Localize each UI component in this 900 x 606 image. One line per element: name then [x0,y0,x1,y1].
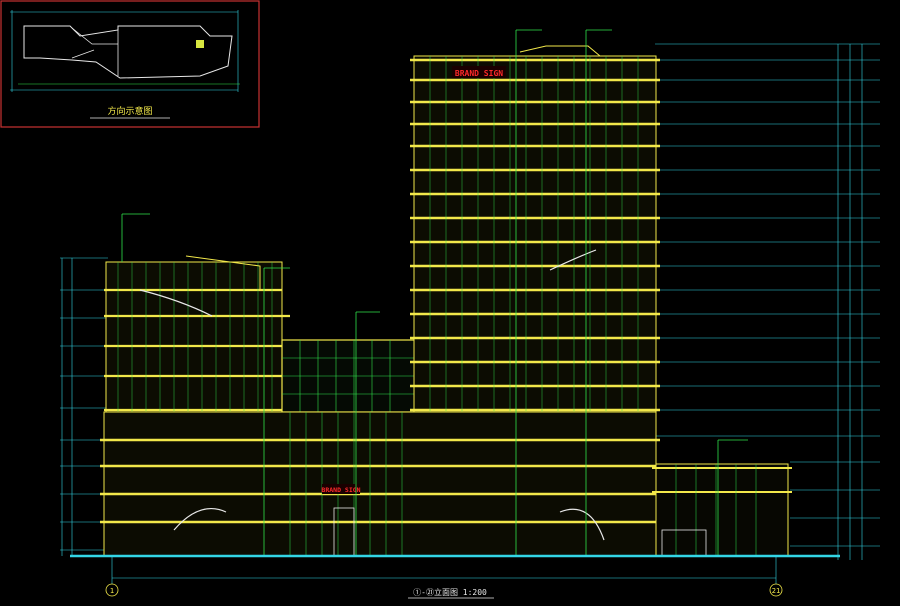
key-plan: 方向示意图 [0,0,260,128]
tower-signage-text: BRAND SIGN [455,69,503,78]
base-storeys: BRAND SIGN [100,411,660,557]
axis-label-start: 1 [110,587,114,595]
ground-and-axes: 1 21 ①-㉑立面图 1:200 [70,554,840,599]
podium-signage-text: BRAND SIGN [321,486,360,494]
elevation-title: ①-㉑立面图 1:200 [413,587,487,597]
key-plan-title: 方向示意图 [107,105,152,117]
axis-label-end: 21 [772,587,780,595]
annex-block [652,463,792,557]
left-level-dimensions [60,257,108,556]
key-plan-outline [23,25,233,79]
cad-elevation-drawing: 方向示意图 BRAND SIGN BRAND SIGN 1 21 ①-㉑立面图 … [0,0,880,599]
atrium-glazing [281,339,417,413]
